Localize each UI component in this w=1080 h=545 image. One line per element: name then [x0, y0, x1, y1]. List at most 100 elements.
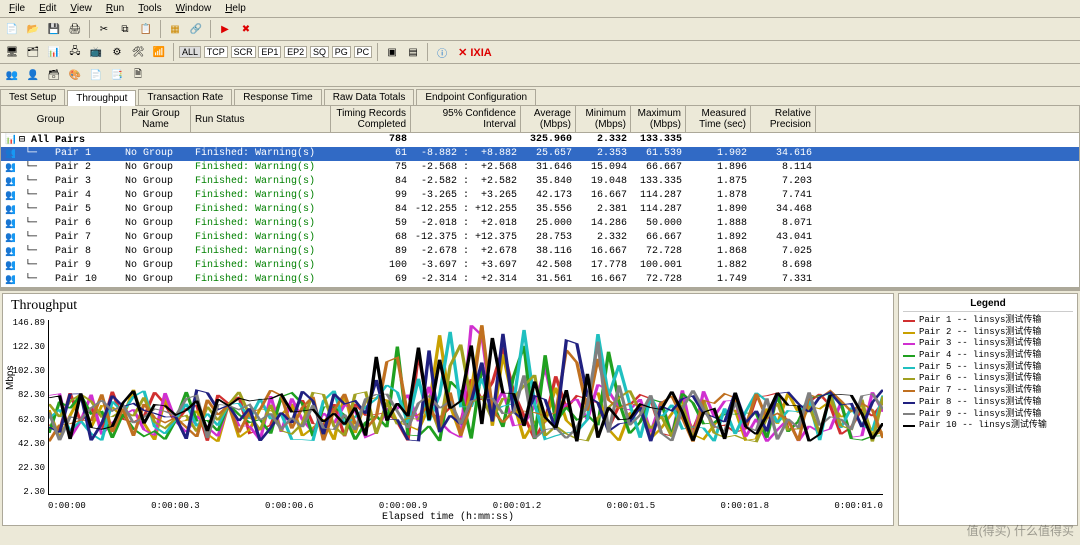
stop-icon[interactable]: ✖: [237, 20, 255, 38]
table-row[interactable]: 👥 └─Pair 4No GroupFinished: Warning(s)99…: [1, 189, 1079, 203]
chart-title: Throughput: [3, 294, 893, 318]
tool-icon[interactable]: 🛠: [129, 43, 147, 61]
tool-icon[interactable]: 🖥: [3, 43, 21, 61]
tool-icon[interactable]: 🗃: [45, 66, 63, 84]
mode-scr[interactable]: SCR: [231, 46, 256, 58]
separator: [210, 20, 211, 38]
menu-help[interactable]: Help: [218, 1, 253, 16]
col-pairgroup[interactable]: Pair Group Name: [121, 106, 191, 132]
tab-transaction-rate[interactable]: Transaction Rate: [138, 89, 232, 105]
open-icon[interactable]: 📂: [24, 20, 42, 38]
legend-item: Pair 9 -- linsys测试传输: [903, 409, 1073, 421]
tool-icon[interactable]: 📺: [87, 43, 105, 61]
menu-run[interactable]: Run: [99, 1, 131, 16]
mode-all[interactable]: ALL: [179, 46, 201, 58]
menu-tools[interactable]: Tools: [131, 1, 168, 16]
tab-endpoint-configuration[interactable]: Endpoint Configuration: [416, 89, 536, 105]
legend-item: Pair 3 -- linsys测试传输: [903, 338, 1073, 350]
info-icon[interactable]: ⓘ: [433, 43, 451, 61]
table-row[interactable]: 👥 └─Pair 7No GroupFinished: Warning(s)68…: [1, 231, 1079, 245]
tool-icon[interactable]: 📄: [87, 66, 105, 84]
legend-item: Pair 2 -- linsys测试传输: [903, 327, 1073, 339]
toolbar-1: 📄 📂 💾 🖨 ✂ ⧉ 📋 ▦ 🔗 ▶ ✖: [0, 18, 1080, 41]
y-ticks: 146.89122.30102.3082.3062.3042.3022.302.…: [9, 318, 45, 497]
col-time[interactable]: Measured Time (sec): [686, 106, 751, 132]
col-icon[interactable]: [101, 106, 121, 132]
table-row[interactable]: 👥 └─Pair 1No GroupFinished: Warning(s)61…: [1, 147, 1079, 161]
tool-icon[interactable]: 🖧: [66, 43, 84, 61]
col-ci[interactable]: 95% Confidence Interval: [411, 106, 521, 132]
table-row[interactable]: 👥 └─Pair 5No GroupFinished: Warning(s)84…: [1, 203, 1079, 217]
menu-edit[interactable]: Edit: [32, 1, 63, 16]
tool-icon[interactable]: 👤: [24, 66, 42, 84]
toolbar-2: 🖥 🗂 📊 🖧 📺 ⚙ 🛠 📶 ALL TCP SCR EP1 EP2 SQ P…: [0, 41, 1080, 64]
paste-icon[interactable]: 📋: [137, 20, 155, 38]
col-max[interactable]: Maximum (Mbps): [631, 106, 686, 132]
legend-item: Pair 10 -- linsys测试传输: [903, 420, 1073, 432]
tool-icon[interactable]: 👥: [3, 66, 21, 84]
brand-logo: ✕ IXIA: [458, 46, 492, 59]
legend-item: Pair 7 -- linsys测试传输: [903, 385, 1073, 397]
col-prec[interactable]: Relative Precision: [751, 106, 816, 132]
copy-icon[interactable]: ⧉: [116, 20, 134, 38]
legend-item: Pair 1 -- linsys测试传输: [903, 315, 1073, 327]
tool-icon[interactable]: 🗂: [24, 43, 42, 61]
throughput-chart: Throughput Mbps 146.89122.30102.3082.306…: [2, 293, 894, 526]
tool-icon[interactable]: 📶: [150, 43, 168, 61]
tab-response-time[interactable]: Response Time: [234, 89, 321, 105]
table-row[interactable]: 👥 └─Pair 2No GroupFinished: Warning(s)75…: [1, 161, 1079, 175]
run-icon[interactable]: ▶: [216, 20, 234, 38]
tool-icon[interactable]: 📑: [108, 66, 126, 84]
chart-lines: [49, 320, 883, 494]
tool-icon[interactable]: 📊: [45, 43, 63, 61]
table-row[interactable]: 👥 └─Pair 8No GroupFinished: Warning(s)89…: [1, 245, 1079, 259]
results-grid: Group Pair Group Name Run Status Timing …: [0, 105, 1080, 288]
tab-test-setup[interactable]: Test Setup: [0, 89, 65, 105]
chart-area: Throughput Mbps 146.89122.30102.3082.306…: [0, 288, 1080, 528]
mode-pc[interactable]: PC: [354, 46, 373, 58]
new-icon[interactable]: 📄: [3, 20, 21, 38]
mode-ep2[interactable]: EP2: [284, 46, 307, 58]
table-row[interactable]: 👥 └─Pair 10No GroupFinished: Warning(s)6…: [1, 273, 1079, 287]
menu-window[interactable]: Window: [169, 1, 219, 16]
col-min[interactable]: Minimum (Mbps): [576, 106, 631, 132]
mode-sq[interactable]: SQ: [310, 46, 329, 58]
legend-title: Legend: [903, 298, 1073, 312]
tool-icon[interactable]: 🎨: [66, 66, 84, 84]
doc-icon[interactable]: ▦: [166, 20, 184, 38]
col-completed[interactable]: Timing Records Completed: [331, 106, 411, 132]
tab-raw-data-totals[interactable]: Raw Data Totals: [324, 89, 415, 105]
tool-icon[interactable]: ⚙: [108, 43, 126, 61]
legend-item: Pair 5 -- linsys测试传输: [903, 362, 1073, 374]
table-row[interactable]: 👥 └─Pair 6No GroupFinished: Warning(s)59…: [1, 217, 1079, 231]
x-axis-label: Elapsed time (h:mm:ss): [3, 512, 893, 523]
link-icon[interactable]: 🔗: [187, 20, 205, 38]
cut-icon[interactable]: ✂: [95, 20, 113, 38]
tool-icon[interactable]: 🗎: [129, 66, 147, 84]
tool-icon[interactable]: ▣: [383, 43, 401, 61]
tool-icon[interactable]: ▤: [404, 43, 422, 61]
print-icon[interactable]: 🖨: [66, 20, 84, 38]
tab-throughput[interactable]: Throughput: [67, 90, 136, 106]
separator: [160, 20, 161, 38]
legend: Legend Pair 1 -- linsys测试传输Pair 2 -- lin…: [898, 293, 1078, 526]
separator: [173, 43, 174, 61]
col-avg[interactable]: Average (Mbps): [521, 106, 576, 132]
col-status[interactable]: Run Status: [191, 106, 331, 132]
save-icon[interactable]: 💾: [45, 20, 63, 38]
mode-tcp[interactable]: TCP: [204, 46, 228, 58]
grid-header: Group Pair Group Name Run Status Timing …: [1, 106, 1079, 133]
legend-item: Pair 8 -- linsys测试传输: [903, 397, 1073, 409]
mode-ep1[interactable]: EP1: [258, 46, 281, 58]
table-row[interactable]: 👥 └─Pair 9No GroupFinished: Warning(s)10…: [1, 259, 1079, 273]
summary-row[interactable]: 📊 ⊟ All Pairs 788 325.960 2.332 133.335: [1, 133, 1079, 147]
legend-item: Pair 6 -- linsys测试传输: [903, 373, 1073, 385]
col-group[interactable]: Group: [1, 106, 101, 132]
mode-pg[interactable]: PG: [332, 46, 351, 58]
result-tabs: Test SetupThroughputTransaction RateResp…: [0, 87, 1080, 105]
table-row[interactable]: 👥 └─Pair 3No GroupFinished: Warning(s)84…: [1, 175, 1079, 189]
toolbar-3: 👥 👤 🗃 🎨 📄 📑 🗎: [0, 64, 1080, 87]
plot-area: [48, 320, 883, 495]
menu-file[interactable]: File: [2, 1, 32, 16]
menu-view[interactable]: View: [63, 1, 99, 16]
